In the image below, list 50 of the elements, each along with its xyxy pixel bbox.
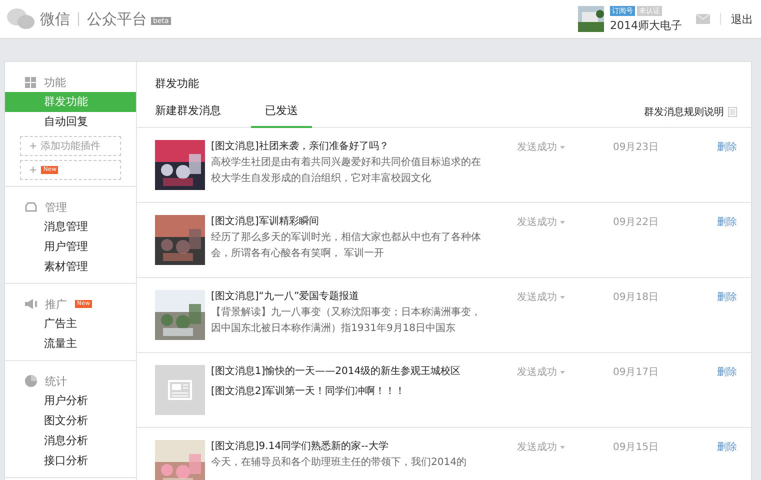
logout-link[interactable]: 退出 (731, 12, 753, 26)
section-title: 统计 (45, 374, 67, 388)
message-summary: 今天，在辅导员和各个助理班主任的带领下，我们2014的 (211, 456, 468, 470)
page-title: 群发功能 (154, 76, 200, 91)
wechat-logo-icon (6, 7, 36, 31)
megaphone-icon (25, 299, 37, 309)
tab[interactable]: 新建群发消息 (155, 97, 221, 128)
sidebar-item[interactable]: 用户分析 (5, 391, 136, 411)
message-title[interactable]: [图文消息]9.14同学们熟悉新的家--大学 (211, 440, 483, 454)
sidebar-item[interactable]: 流量主 (5, 334, 136, 354)
caret-icon (560, 220, 565, 224)
message-summary: 经历了那么多天的军训时光，相信大家也都从中也有了各种体会，所谓各有心酸各有笑啊， 军训一开 (211, 230, 482, 261)
sent-date: 09月22日 (613, 216, 660, 229)
sidebar-item[interactable]: 广告主 (5, 314, 136, 334)
caret-icon (560, 370, 565, 374)
caret-icon (560, 446, 565, 448)
account-name[interactable]: 2014师大电子 (610, 18, 682, 32)
logo-text: 微信 (40, 10, 70, 28)
article-icon (168, 380, 192, 400)
tab[interactable]: 已发送 (251, 97, 312, 128)
caret-icon (560, 296, 565, 298)
section-title: 管理 (45, 200, 67, 214)
sidebar-item[interactable]: 接口分析 (5, 451, 136, 471)
rules-link[interactable]: 群发消息规则说明 (644, 105, 724, 119)
message-title[interactable]: [图文消息]“九一八”爱国专题报道 (211, 290, 483, 304)
tray-icon (25, 202, 37, 212)
document-icon (728, 107, 737, 117)
sent-date: 09月18日 (613, 291, 660, 304)
message-title[interactable]: [图文消息1]愉快的一天——2014级的新生参观王城校区 (211, 365, 483, 379)
sidebar-item[interactable]: 消息分析 (5, 431, 136, 451)
caret-icon (560, 146, 565, 148)
sent-date: 09月23日 (613, 141, 660, 154)
sidebar-item[interactable]: 素材管理 (5, 257, 136, 277)
sidebar-item[interactable]: 消息管理 (5, 217, 136, 237)
pie-chart-icon (25, 375, 37, 387)
message-title[interactable]: [图文消息]社团来袭，亲们准备好了吗？ (211, 140, 483, 154)
grid-icon (25, 76, 36, 88)
message-summary: 高校学生社团是由有着共同兴趣爱好和共同价值目标追求的在校大学生自发形成的自治组织，它对丰富校园文化 (211, 156, 482, 186)
mail-icon[interactable] (696, 14, 710, 24)
sent-date: 09月15日 (613, 441, 660, 454)
platform-title: 公众平台 (87, 10, 147, 28)
sidebar-item[interactable]: 自动回复 (5, 112, 136, 132)
message-title[interactable]: [图文消息2]军训第一天！同学们冲啊！！！ (211, 385, 483, 399)
sidebar-item[interactable]: 用户管理 (5, 237, 136, 257)
message-title[interactable]: [图文消息]军训精彩瞬间 (211, 215, 483, 229)
section-title: 推广 (45, 296, 67, 312)
sidebar-item[interactable]: 图文分析 (5, 411, 136, 431)
section-title: 功能 (44, 74, 66, 90)
sent-date: 09月17日 (613, 366, 660, 379)
message-summary: 【背景解读】九一八事变（又称沈阳事变；日本称满洲事变，因中国东北被日本称作满洲）指1931年9月18日中国东 (211, 306, 482, 336)
